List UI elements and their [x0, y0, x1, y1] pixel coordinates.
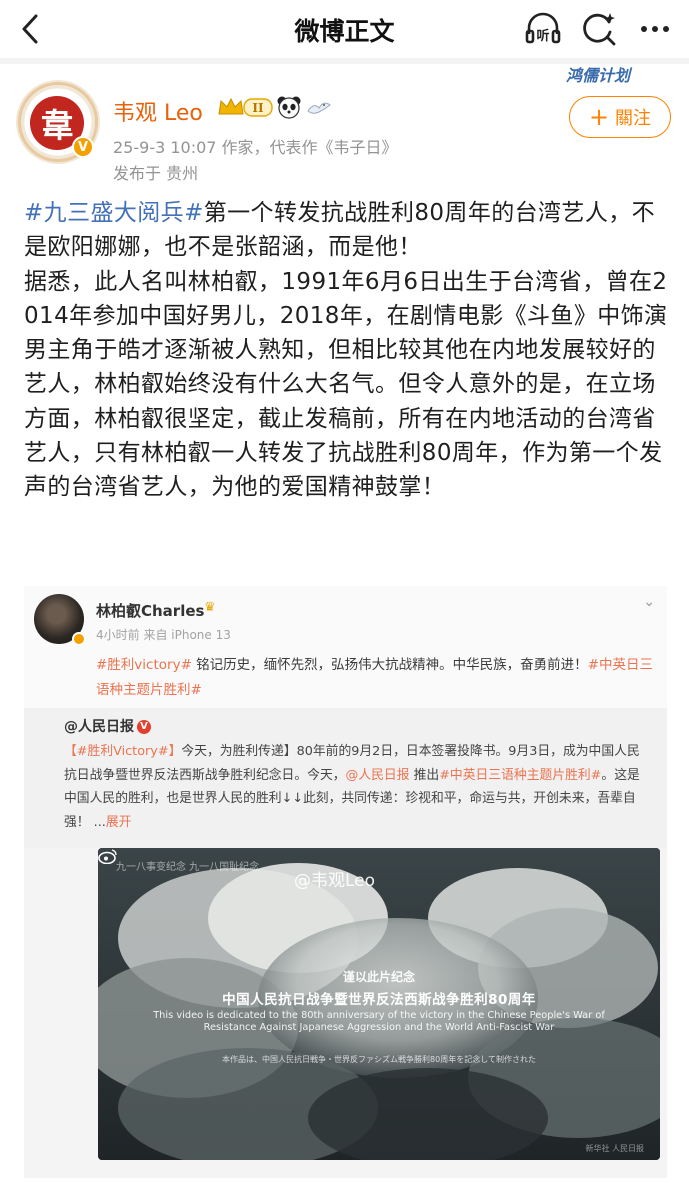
- birds-icon: [307, 102, 331, 114]
- hashtag-link[interactable]: #九三盛大阅兵#: [24, 200, 204, 226]
- embedded-text: #胜利victory# 铭记历史，缅怀先烈，弘扬伟大抗战精神。中华民族，奋勇前进…: [96, 657, 653, 698]
- caption-title: 中国人民抗日战争暨世界反法西斯战争胜利80周年: [222, 992, 536, 1008]
- post-image[interactable]: 林柏叡Charles ♛ 4小时前 来自 iPhone 13 ⌄ #胜利vict…: [24, 586, 667, 1178]
- embedded-crown-icon: ♛: [204, 600, 216, 615]
- promo-label: 鸿儒计划: [565, 66, 630, 85]
- caption-english: This video is dedicated to the 80th anni…: [153, 1010, 605, 1033]
- nav-divider: [0, 58, 689, 64]
- promo-badge[interactable]: 鸿儒计划: [548, 66, 648, 96]
- verified-badge-icon: V: [72, 136, 94, 158]
- post-meta: 25-9-3 10:07 作家，代表作《韦子日》: [113, 138, 398, 157]
- embedded-meta: 4小时前 来自 iPhone 13: [96, 628, 231, 642]
- follow-button[interactable]: + 關注: [569, 96, 671, 138]
- author-name[interactable]: 韦观 Leo: [113, 95, 203, 127]
- embedded-avatar: [34, 594, 86, 646]
- embedded-repost: @人民日报 V 【#胜利Victory#】今天，为胜利传递】80年前的9月2日，日…: [24, 708, 667, 848]
- listen-label: 听: [536, 28, 549, 44]
- post-body: #九三盛大阅兵#第一个转发抗战胜利80周年的台湾艺人，不是欧阳娜娜，也不是张韶涵…: [24, 196, 669, 505]
- plus-icon: +: [588, 103, 610, 131]
- post-location: 发布于 贵州: [113, 164, 199, 183]
- chevron-down-icon: ⌄: [643, 594, 655, 610]
- search-icon[interactable]: [579, 10, 619, 48]
- caption-dedication: 谨以此片纪念: [342, 970, 415, 984]
- repost-text: 【#胜利Victory#】今天，为胜利传递】80年前的9月2日，日本签署投降书。…: [64, 744, 640, 830]
- weibo-logo-icon: [98, 849, 117, 864]
- embedded-post-header: 林柏叡Charles ♛ 4小时前 来自 iPhone 13 ⌄ #胜利vict…: [24, 586, 667, 708]
- top-nav: 微博正文 听: [0, 0, 689, 58]
- panda-icon: [277, 96, 301, 119]
- listen-icon[interactable]: 听: [523, 10, 563, 48]
- watermark: @韦观Leo: [294, 871, 376, 891]
- repost-user: @人民日报 V: [64, 716, 151, 736]
- video-thumbnail: 九一八事变纪念 九一八国耻纪念 @韦观Leo 谨以此片纪念 中国人民抗日战争暨世…: [98, 848, 660, 1160]
- caption-japanese: 本作品は、中国人民抗日戦争・世界反ファシズム戦争勝利80周年を記念して制作された: [222, 1055, 536, 1064]
- post-text-2: 据悉，此人名叫林柏叡，1991年6月6日出生于台湾省，曾在2014年参加中国好男…: [24, 268, 668, 501]
- level-text: II: [252, 101, 264, 115]
- embedded-user-name: 林柏叡Charles: [96, 602, 205, 620]
- more-icon[interactable]: [635, 10, 675, 48]
- follow-label: 關注: [615, 108, 652, 129]
- photo-credit: 新华社 人民日报: [585, 1144, 644, 1153]
- photo-top-left-text: 九一八事变纪念 九一八国耻纪念: [116, 862, 260, 873]
- crown-level-icon: II: [218, 97, 273, 117]
